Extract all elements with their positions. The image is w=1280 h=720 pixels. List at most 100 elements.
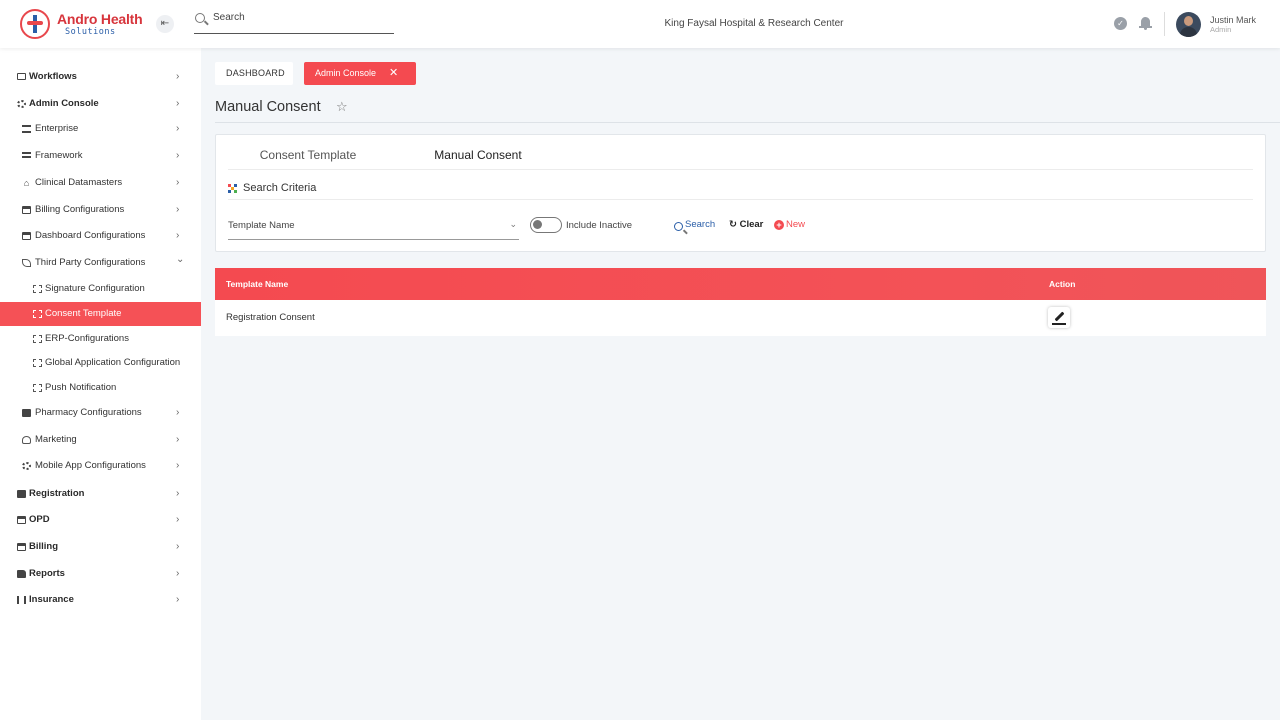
gear-icon bbox=[22, 462, 31, 470]
dashboard-breadcrumb-button[interactable]: DASHBOARD bbox=[215, 62, 293, 85]
sidebar-item-reports[interactable]: Reports › bbox=[0, 562, 201, 586]
home-icon: ⌂ bbox=[23, 178, 30, 188]
chevron-right-icon: › bbox=[176, 123, 180, 134]
chevron-down-icon: ⌄ bbox=[509, 219, 517, 229]
sidebar-item-billing-configurations[interactable]: Billing Configurations › bbox=[0, 198, 201, 222]
bank-icon bbox=[22, 125, 31, 133]
sitemap-icon bbox=[33, 285, 42, 293]
people-icon bbox=[17, 596, 26, 604]
header-divider bbox=[1164, 12, 1165, 36]
sitemap-icon bbox=[33, 384, 42, 392]
monitor-icon bbox=[17, 73, 26, 80]
admin-console-breadcrumb-label: Admin Console bbox=[315, 68, 377, 78]
sidebar-item-signature-configuration[interactable]: Signature Configuration bbox=[0, 277, 201, 301]
search-icon bbox=[195, 13, 205, 23]
chevron-right-icon: › bbox=[176, 488, 180, 499]
collapse-sidebar-button[interactable]: ⇤ bbox=[156, 15, 174, 33]
chevron-right-icon: › bbox=[176, 177, 180, 188]
sidebar-item-pharmacy-configurations[interactable]: Pharmacy Configurations › bbox=[0, 401, 201, 425]
sidebar-item-admin-console[interactable]: Admin Console › bbox=[0, 92, 201, 116]
sidebar-item-workflows[interactable]: Workflows › bbox=[0, 65, 201, 89]
verified-icon[interactable]: ✓ bbox=[1114, 17, 1127, 30]
edit-pen-icon bbox=[1054, 311, 1065, 322]
toggle-knob bbox=[533, 220, 542, 229]
chevron-right-icon: › bbox=[176, 434, 180, 445]
chevron-right-icon: › bbox=[176, 71, 180, 82]
user-avatar[interactable] bbox=[1176, 12, 1201, 37]
admin-console-breadcrumb-tab[interactable]: Admin Console ✕ bbox=[304, 62, 416, 85]
include-inactive-label: Include Inactive bbox=[566, 220, 633, 231]
tab-manual-consent[interactable]: Manual Consent bbox=[398, 148, 558, 170]
pharmacy-icon bbox=[22, 409, 31, 417]
sidebar-item-registration[interactable]: Registration › bbox=[0, 482, 201, 506]
tab-consent-template[interactable]: Consent Template bbox=[228, 148, 388, 170]
cell-template-name: Registration Consent bbox=[226, 312, 315, 323]
criteria-divider bbox=[228, 199, 1253, 200]
template-name-select[interactable]: Template Name ⌄ bbox=[228, 216, 519, 240]
sidebar-item-erp-configurations[interactable]: ERP-Configurations bbox=[0, 327, 201, 351]
include-inactive-toggle[interactable] bbox=[530, 217, 562, 233]
leaf-icon bbox=[22, 259, 31, 267]
title-divider bbox=[215, 122, 1280, 123]
person-icon bbox=[22, 436, 31, 444]
sidebar-item-marketing[interactable]: Marketing › bbox=[0, 428, 201, 452]
sidebar-item-framework[interactable]: Framework › bbox=[0, 144, 201, 168]
sidebar-item-dashboard-configurations[interactable]: Dashboard Configurations › bbox=[0, 224, 201, 248]
table-header: Template Name Action bbox=[215, 268, 1266, 300]
chevron-right-icon: › bbox=[176, 407, 180, 418]
search-criteria-title: Search Criteria bbox=[243, 182, 317, 194]
chevron-right-icon: › bbox=[176, 150, 180, 161]
template-name-select-label: Template Name bbox=[228, 220, 295, 231]
star-favorite-icon[interactable]: ☆ bbox=[336, 99, 348, 115]
sidebar: Workflows › Admin Console › Enterprise ›… bbox=[0, 48, 201, 720]
sidebar-item-third-party-configurations[interactable]: Third Party Configurations ⌄ bbox=[0, 251, 201, 275]
opd-icon bbox=[17, 516, 26, 524]
bars-icon bbox=[22, 152, 31, 158]
search-box bbox=[194, 10, 394, 34]
card-icon bbox=[17, 543, 26, 551]
tabs-divider bbox=[228, 169, 1253, 170]
hospital-name: King Faysal Hospital & Research Center bbox=[664, 18, 844, 29]
search-button[interactable]: Search bbox=[673, 219, 715, 231]
search-criteria-icon bbox=[228, 184, 237, 193]
check-square-icon bbox=[17, 490, 26, 498]
sidebar-item-consent-template[interactable]: Consent Template bbox=[0, 302, 201, 326]
sidebar-item-enterprise[interactable]: Enterprise › bbox=[0, 117, 201, 141]
chevron-right-icon: › bbox=[176, 541, 180, 552]
column-header-template-name[interactable]: Template Name bbox=[226, 279, 288, 289]
sidebar-item-insurance[interactable]: Insurance › bbox=[0, 588, 201, 612]
sitemap-icon bbox=[33, 310, 42, 318]
card-icon bbox=[22, 206, 31, 214]
notification-bell-icon[interactable] bbox=[1139, 16, 1152, 30]
chevron-right-icon: › bbox=[176, 460, 180, 471]
chevron-right-icon: › bbox=[176, 568, 180, 579]
search-input[interactable] bbox=[213, 12, 388, 23]
sidebar-item-opd[interactable]: OPD › bbox=[0, 508, 201, 532]
chevron-right-icon: › bbox=[176, 514, 180, 525]
sitemap-icon bbox=[33, 335, 42, 343]
top-header: Andro Health Solutions ⇤ King Faysal Hos… bbox=[0, 0, 1280, 48]
sidebar-item-billing[interactable]: Billing › bbox=[0, 535, 201, 559]
card-icon bbox=[22, 232, 31, 240]
sidebar-item-mobile-app-configurations[interactable]: Mobile App Configurations › bbox=[0, 454, 201, 478]
sidebar-item-clinical-datamasters[interactable]: ⌂ Clinical Datamasters › bbox=[0, 171, 201, 195]
clear-button[interactable]: ↻ Clear bbox=[729, 219, 763, 230]
sidebar-item-global-application-configuration[interactable]: Global Application Configuration bbox=[0, 351, 201, 375]
chevron-down-icon: ⌄ bbox=[176, 254, 185, 265]
gear-icon bbox=[17, 100, 26, 108]
brand-name: Andro Health bbox=[57, 11, 143, 27]
brand-subtitle: Solutions bbox=[65, 27, 116, 37]
plus-circle-icon: + bbox=[774, 220, 784, 230]
chevron-right-icon: › bbox=[176, 230, 180, 241]
sidebar-item-push-notification[interactable]: Push Notification bbox=[0, 376, 201, 400]
chevron-right-icon: › bbox=[176, 204, 180, 215]
refresh-icon: ↻ bbox=[729, 219, 737, 230]
user-role: Admin bbox=[1210, 25, 1232, 34]
user-name[interactable]: Justin Mark bbox=[1210, 15, 1256, 25]
andro-health-logo[interactable] bbox=[20, 9, 50, 39]
new-button[interactable]: + New bbox=[774, 219, 805, 230]
edit-button[interactable] bbox=[1048, 307, 1070, 328]
table-row[interactable]: Registration Consent bbox=[215, 300, 1266, 336]
close-icon[interactable]: ✕ bbox=[389, 62, 398, 85]
sitemap-icon bbox=[33, 359, 42, 367]
